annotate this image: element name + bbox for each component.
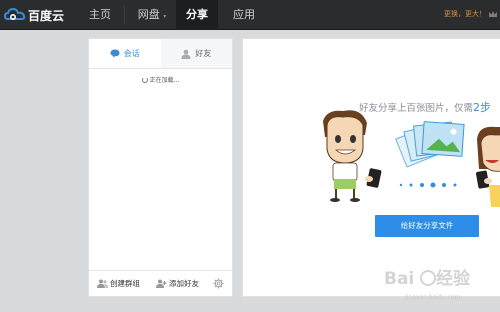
user-status-text[interactable]: 更换，更大！: [444, 9, 486, 19]
tab-friends[interactable]: 好友: [161, 39, 233, 68]
nav-item-netdisk[interactable]: 网盘 ▾: [130, 0, 174, 30]
svg-text:经验: 经验: [436, 268, 471, 289]
loading-indicator: 正在加载...: [89, 75, 232, 84]
baidu-cloud-logo[interactable]: 百度云: [4, 5, 64, 25]
svg-text:Bai: Bai: [384, 269, 414, 289]
share-illustration: [323, 110, 500, 207]
spinner-icon: [141, 77, 148, 83]
loading-text: 正在加载...: [149, 77, 180, 84]
share-file-button[interactable]: 给好友分享文件: [375, 215, 479, 237]
group-icon: [97, 279, 108, 288]
gear-icon[interactable]: [213, 278, 224, 289]
chat-bubble-icon: [110, 49, 120, 58]
watermark-url: jingyan.baidu.com: [405, 294, 461, 301]
photo-stack-icon: [395, 121, 465, 168]
chevron-down-icon: ▾: [163, 13, 167, 20]
panel-tabs: 会话 好友: [89, 39, 232, 69]
add-friend-label: 添加好友: [169, 279, 199, 288]
cartoon-girl-right-icon: [476, 126, 500, 207]
cloud-logo-icon: [4, 7, 26, 21]
cartoon-boy-left-icon: [323, 110, 382, 202]
panel-footer: 创建群组 添加好友: [89, 270, 232, 296]
add-friend-button[interactable]: 添加好友: [156, 278, 199, 289]
add-person-icon: [156, 279, 167, 288]
create-group-button[interactable]: 创建群组: [97, 278, 140, 289]
progress-dots-icon: [399, 182, 457, 188]
nav-item-home[interactable]: 主页: [80, 0, 120, 30]
nav-item-label: 网盘: [137, 8, 160, 21]
nav-item-share[interactable]: 分享: [176, 0, 218, 30]
create-group-label: 创建群组: [110, 279, 140, 288]
conversation-panel: 会话 好友 正在加载... 创建群组 添加好友: [88, 38, 233, 297]
tab-label: 好友: [195, 49, 212, 58]
crown-icon[interactable]: [488, 9, 498, 19]
tab-label: 会话: [123, 49, 140, 58]
nav-item-apps[interactable]: 应用: [222, 0, 266, 30]
share-promo-panel: 好友分享上百张图片，仅需2步 给好友分享文件: [242, 38, 500, 297]
person-icon: [181, 49, 191, 59]
top-nav-bar: 百度云 主页 网盘 ▾ 分享 应用 更换，更大！: [0, 0, 500, 30]
tab-conversations[interactable]: 会话: [89, 39, 161, 68]
logo-text: 百度云: [28, 8, 65, 23]
nav-divider: [124, 6, 125, 24]
